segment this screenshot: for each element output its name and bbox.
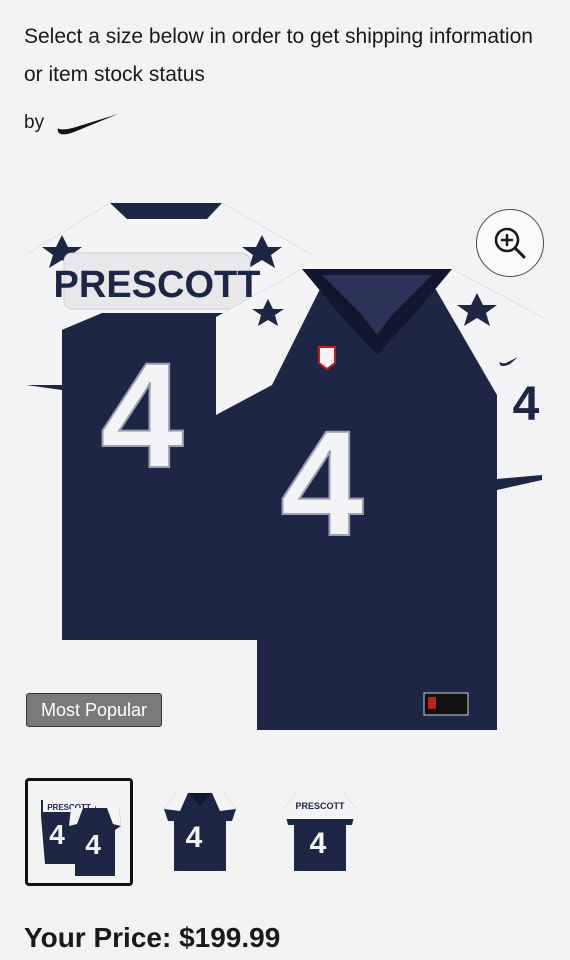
thumbnail-image: PRESCOTT 4 4: [41, 800, 121, 876]
brand-row: by: [24, 110, 120, 136]
thumb-number-text: 4: [186, 821, 203, 854]
thumb-number-text: 4: [310, 827, 327, 860]
thumbnail-back[interactable]: PRESCOTT 4: [267, 778, 373, 884]
zoom-button[interactable]: [476, 209, 544, 277]
product-notice: Select a size below in order to get ship…: [24, 25, 533, 86]
jersey-sleeve-number: 4: [513, 378, 540, 431]
jersey-back-number: 4: [100, 331, 183, 499]
thumbnail-front-and-back[interactable]: PRESCOTT 4 4: [25, 778, 133, 886]
most-popular-badge: Most Popular: [26, 693, 163, 727]
thumbnail-image: PRESCOTT 4: [284, 793, 356, 871]
thumb-number-text: 4: [85, 829, 101, 860]
jersey-front-image: 4 4: [216, 269, 542, 730]
thumb-name-text: PRESCOTT: [295, 801, 345, 811]
jersey-front-number: 4: [280, 399, 363, 567]
zoom-in-icon: [494, 227, 526, 259]
thumbnail-image: 4: [164, 793, 236, 871]
by-label: by: [24, 112, 45, 133]
product-price: Your Price: $199.99: [24, 922, 281, 953]
thumb-number-text: 4: [49, 819, 65, 850]
nike-swoosh-icon[interactable]: [54, 110, 120, 136]
thumbnail-front[interactable]: 4: [147, 778, 253, 884]
thumbnail-strip: PRESCOTT 4 4 4 PRESCOTT 4: [25, 778, 373, 886]
